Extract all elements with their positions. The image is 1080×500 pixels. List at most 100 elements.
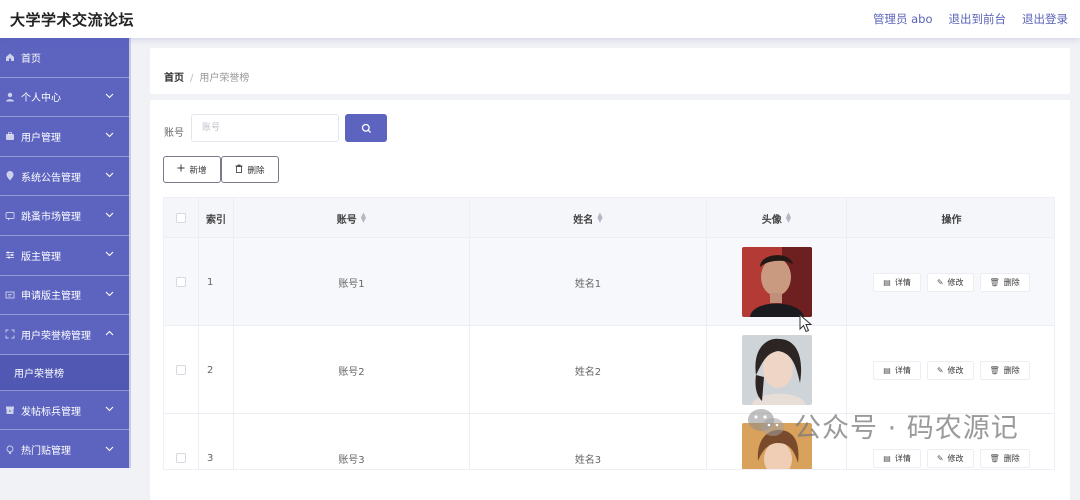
watermark: 公众号 · 码农源记 bbox=[746, 405, 1019, 445]
sidebar-item-hot-post-management[interactable]: 热门贴管理 bbox=[0, 430, 129, 468]
cell-name: 姓名2 bbox=[470, 326, 707, 414]
document-icon: ▤ bbox=[883, 453, 891, 463]
trash-icon: 🗑 bbox=[989, 277, 1000, 287]
trash-icon: 🗑 bbox=[989, 365, 1000, 375]
detail-button[interactable]: ▤ 详情 bbox=[873, 448, 921, 468]
trash-icon: 🗑 bbox=[989, 453, 1000, 463]
sidebar-item-personal-center[interactable]: 个人中心 bbox=[0, 78, 129, 118]
user-icon bbox=[4, 91, 16, 103]
header-label: 头像 bbox=[761, 214, 782, 226]
sidebar-subitem-honor-roll[interactable]: 用户荣誉榜 bbox=[0, 354, 129, 391]
sidebar-item-label: 热门贴管理 bbox=[21, 446, 71, 458]
cell-account: 账号2 bbox=[234, 326, 470, 414]
account-search-input[interactable] bbox=[191, 114, 339, 142]
sidebar-item-label: 用户荣誉榜管理 bbox=[21, 330, 91, 342]
detail-button[interactable]: ▤ 详情 bbox=[873, 272, 921, 292]
sidebar-item-label: 发帖标兵管理 bbox=[21, 406, 81, 418]
sidebar-item-label: 首页 bbox=[21, 53, 41, 65]
edit-label: 修改 bbox=[947, 277, 964, 287]
chevron-up-icon bbox=[103, 329, 115, 339]
edit-button[interactable]: ✎ 修改 bbox=[926, 360, 974, 380]
sidebar-item-label: 申请版主管理 bbox=[21, 291, 81, 303]
avatar-image[interactable] bbox=[741, 335, 812, 405]
edit-label: 修改 bbox=[947, 453, 964, 463]
sidebar-item-user-management[interactable]: 用户管理 bbox=[0, 117, 129, 157]
cell-index: 1 bbox=[199, 238, 234, 326]
breadcrumb-card: 首页 / 用户荣誉榜 bbox=[150, 48, 1070, 94]
admin-user-link[interactable]: 管理员 abo bbox=[873, 11, 933, 27]
table-row: 1 账号1 姓名1 ▤ 详情 ✎ 修改 🗑 删除 bbox=[164, 238, 1054, 326]
delete-label: 删除 bbox=[1003, 365, 1020, 375]
avatar-image[interactable] bbox=[741, 247, 812, 317]
pencil-icon: ✎ bbox=[936, 365, 944, 375]
home-icon bbox=[4, 51, 16, 63]
sidebar-item-honor-roll-management[interactable]: 用户荣誉榜管理 bbox=[0, 315, 129, 355]
cell-select bbox=[164, 326, 199, 414]
row-checkbox[interactable] bbox=[176, 365, 186, 375]
row-checkbox[interactable] bbox=[176, 277, 186, 287]
search-icon bbox=[361, 119, 372, 138]
document-icon: ▤ bbox=[883, 277, 891, 287]
detail-label: 详情 bbox=[894, 453, 911, 463]
select-all-checkbox[interactable] bbox=[176, 213, 186, 223]
top-links: 管理员 abo 退出到前台 退出登录 bbox=[873, 11, 1068, 27]
sidebar-item-moderator-application-management[interactable]: 申请版主管理 bbox=[0, 276, 129, 316]
logout-link[interactable]: 退出登录 bbox=[1022, 11, 1068, 27]
briefcase-icon bbox=[4, 130, 16, 142]
sidebar-item-announcement-management[interactable]: 系统公告管理 bbox=[0, 157, 129, 197]
sidebar-item-home[interactable]: 首页 bbox=[0, 38, 129, 78]
edit-button[interactable]: ✎ 修改 bbox=[926, 448, 974, 468]
chevron-down-icon bbox=[103, 445, 115, 455]
search-button[interactable] bbox=[345, 114, 387, 142]
sidebar-item-label: 用户管理 bbox=[21, 132, 61, 144]
sort-icon[interactable]: ▲ ▼ bbox=[597, 212, 602, 224]
sidebar-item-label: 版主管理 bbox=[21, 251, 61, 263]
cell-avatar bbox=[707, 238, 847, 326]
header-account[interactable]: 账号 ▲ ▼ bbox=[234, 198, 470, 238]
sliders-icon bbox=[4, 249, 16, 261]
breadcrumb-home[interactable]: 首页 bbox=[164, 73, 184, 84]
cell-avatar bbox=[707, 326, 847, 414]
delete-button[interactable]: 🗑 删除 bbox=[979, 272, 1030, 292]
delete-button[interactable]: 🗑 删除 bbox=[979, 360, 1030, 380]
cell-name: 姓名3 bbox=[470, 414, 707, 469]
batch-delete-button[interactable]: 删除 bbox=[221, 156, 279, 183]
fullscreen-icon bbox=[4, 328, 16, 340]
cell-actions: ▤ 详情 ✎ 修改 🗑 删除 bbox=[847, 326, 1054, 414]
location-icon bbox=[4, 170, 16, 182]
chevron-down-icon bbox=[103, 250, 115, 260]
detail-label: 详情 bbox=[894, 277, 911, 287]
sidebar-item-flea-market-management[interactable]: 跳蚤市场管理 bbox=[0, 196, 129, 236]
sort-icon[interactable]: ▲ ▼ bbox=[786, 212, 791, 224]
row-checkbox[interactable] bbox=[176, 453, 186, 463]
add-button-label: 新增 bbox=[189, 165, 207, 176]
header-label: 姓名 bbox=[573, 214, 594, 226]
exit-to-frontend-link[interactable]: 退出到前台 bbox=[949, 11, 1007, 27]
table-header: 索引 账号 ▲ ▼ 姓名 ▲ ▼ 头像 ▲ ▼ 操作 bbox=[164, 198, 1054, 238]
app-title: 大学学术交流论坛 bbox=[10, 11, 135, 29]
detail-button[interactable]: ▤ 详情 bbox=[873, 360, 921, 380]
breadcrumb-current: 用户荣誉榜 bbox=[199, 73, 250, 84]
chevron-down-icon bbox=[103, 92, 115, 102]
header-index: 索引 bbox=[199, 198, 234, 238]
cell-select bbox=[164, 238, 199, 326]
breadcrumb: 首页 / 用户荣誉榜 bbox=[164, 69, 249, 84]
delete-label: 删除 bbox=[1003, 453, 1020, 463]
bulb-icon bbox=[4, 444, 16, 456]
archive-icon bbox=[4, 404, 16, 416]
header-label: 账号 bbox=[336, 214, 357, 226]
message-icon bbox=[4, 210, 16, 222]
detail-label: 详情 bbox=[894, 365, 911, 375]
sidebar-item-moderator-management[interactable]: 版主管理 bbox=[0, 236, 129, 276]
chevron-down-icon bbox=[103, 211, 115, 221]
edit-button[interactable]: ✎ 修改 bbox=[926, 272, 974, 292]
sort-icon[interactable]: ▲ ▼ bbox=[361, 212, 366, 224]
chevron-down-icon bbox=[103, 131, 115, 141]
header-name[interactable]: 姓名 ▲ ▼ bbox=[470, 198, 707, 238]
add-button[interactable]: 新增 bbox=[163, 156, 221, 183]
header-avatar[interactable]: 头像 ▲ ▼ bbox=[707, 198, 847, 238]
delete-button[interactable]: 🗑 删除 bbox=[979, 448, 1030, 468]
cell-account: 账号3 bbox=[234, 414, 470, 469]
breadcrumb-separator: / bbox=[190, 73, 194, 84]
sidebar-item-top-poster-management[interactable]: 发帖标兵管理 bbox=[0, 391, 129, 431]
